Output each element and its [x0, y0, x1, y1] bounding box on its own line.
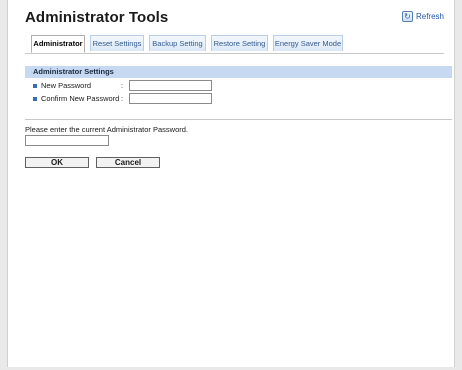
- current-password-input[interactable]: [25, 135, 109, 146]
- confirm-password-row: Confirm New Password :: [33, 93, 212, 104]
- page-title: Administrator Tools: [25, 9, 169, 26]
- separator: :: [121, 94, 124, 103]
- confirm-password-label: Confirm New Password: [41, 94, 120, 103]
- refresh-icon: ↻: [401, 11, 413, 22]
- tab-bar: Administrator Reset Settings Backup Sett…: [25, 35, 444, 54]
- refresh-link[interactable]: ↻ Refresh: [401, 11, 444, 22]
- ok-button[interactable]: OK: [25, 157, 89, 168]
- cancel-button[interactable]: Cancel: [96, 157, 160, 168]
- separator: :: [121, 81, 124, 90]
- section-header: Administrator Settings: [25, 66, 452, 78]
- new-password-label: New Password: [41, 81, 92, 90]
- new-password-input[interactable]: [129, 80, 212, 91]
- tab-administrator[interactable]: Administrator: [31, 35, 85, 53]
- new-password-row: New Password :: [33, 80, 212, 91]
- bullet-icon: [33, 83, 37, 88]
- refresh-label: Refresh: [415, 12, 444, 21]
- current-password-prompt: Please enter the current Administrator P…: [25, 125, 188, 134]
- tab-restore-setting[interactable]: Restore Setting: [211, 35, 268, 51]
- bullet-icon: [33, 96, 37, 101]
- divider: [25, 119, 452, 120]
- tab-reset-settings[interactable]: Reset Settings: [90, 35, 144, 51]
- page-container: Administrator Tools ↻ Refresh Administra…: [7, 0, 455, 367]
- confirm-password-input[interactable]: [129, 93, 212, 104]
- tab-energy-saver-mode[interactable]: Energy Saver Mode: [273, 35, 343, 51]
- tab-backup-setting[interactable]: Backup Setting: [149, 35, 206, 51]
